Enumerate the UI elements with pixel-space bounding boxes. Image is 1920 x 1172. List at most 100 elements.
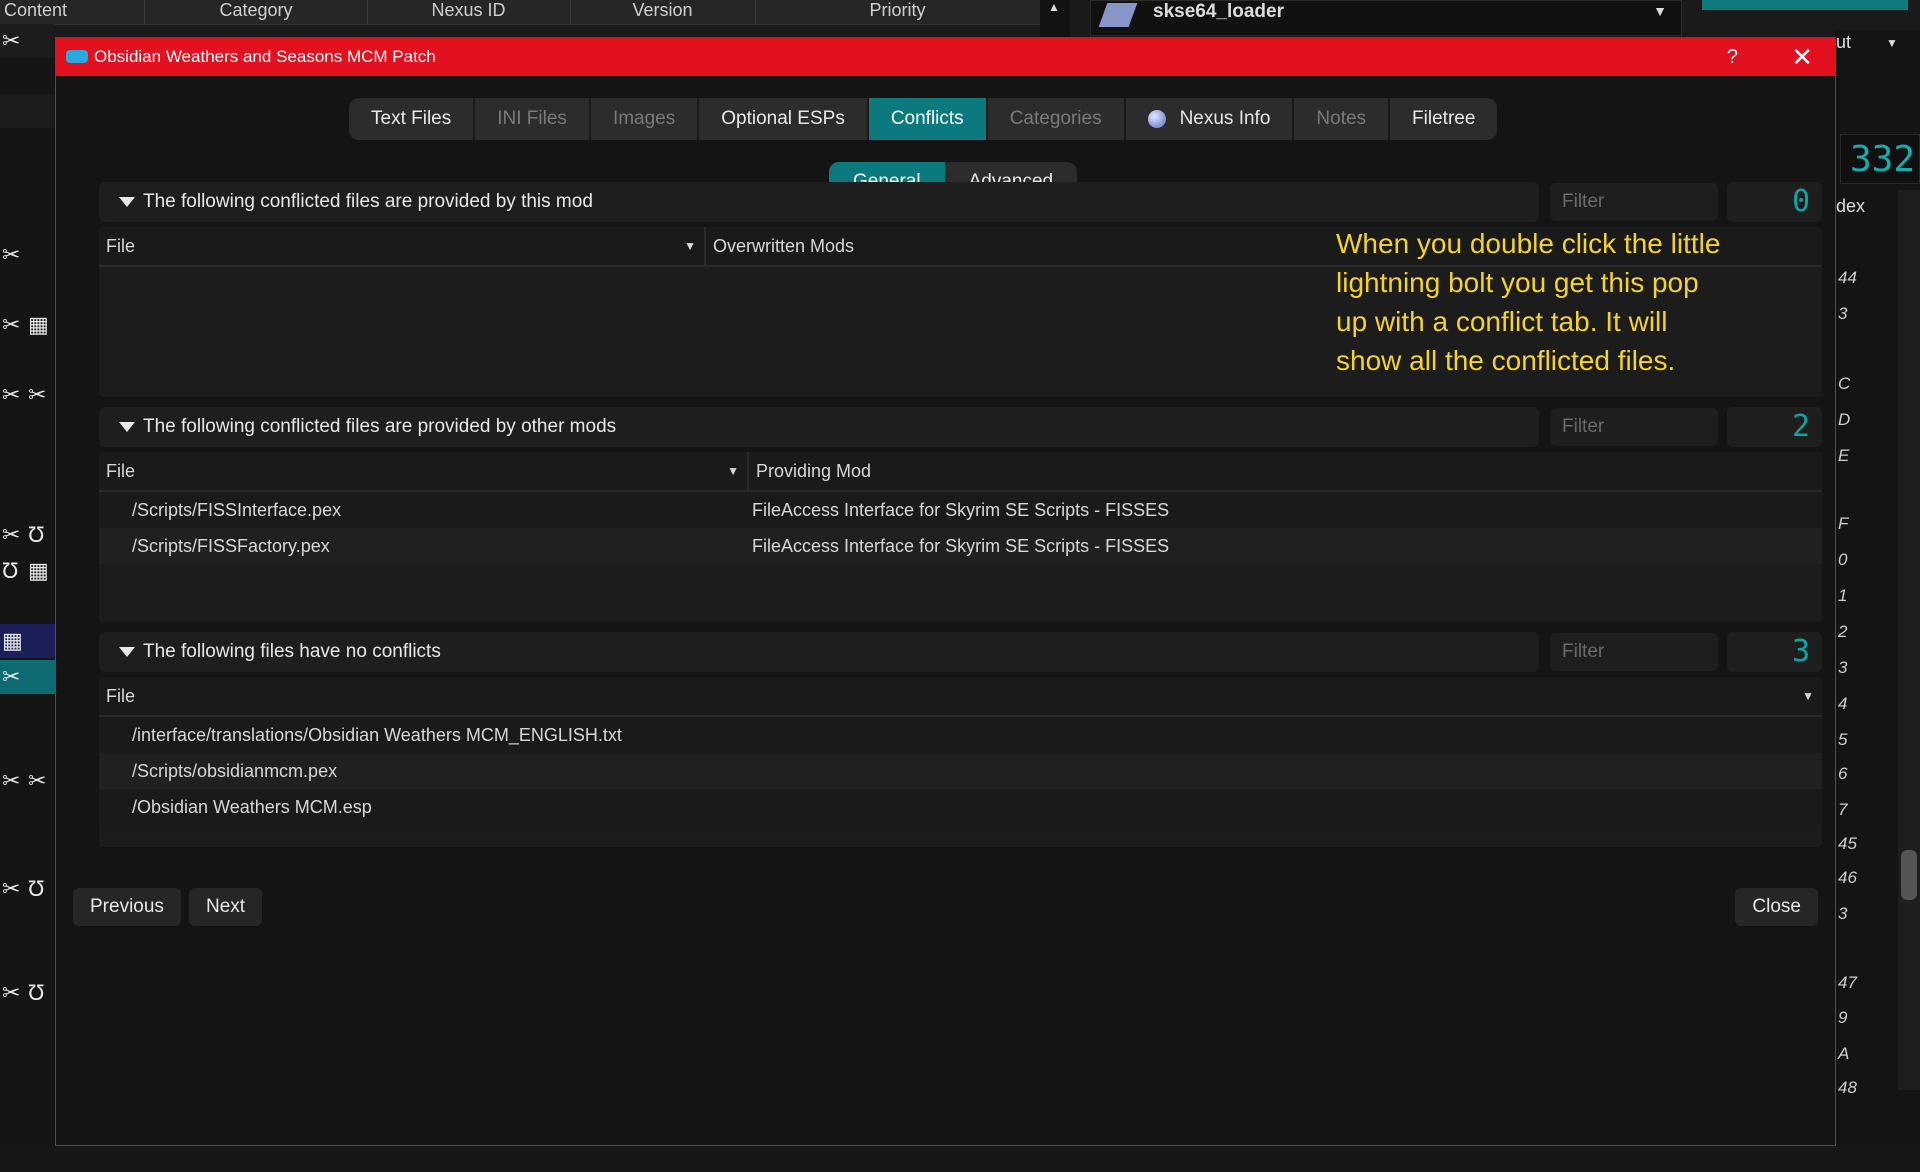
file-path-cell: /Obsidian Weathers MCM.esp — [132, 797, 372, 817]
mod-row-selected[interactable]: ▦ — [0, 624, 55, 658]
flag-tools-icon: ✂ — [2, 242, 21, 267]
mod-row[interactable]: Ʊ ▦ — [0, 554, 55, 588]
column-file[interactable]: File ▼ — [99, 452, 749, 490]
executable-name: skse64_loader — [1153, 1, 1284, 22]
sort-chevron-icon: ▼ — [1802, 689, 1814, 703]
plugin-count-display: 332 — [1840, 134, 1920, 184]
column-index[interactable]: dex — [1836, 196, 1865, 217]
plugin-index: 44 — [1838, 268, 1857, 287]
overwritten-count-display: 2 — [1727, 407, 1822, 447]
flag-tools-icon: ✂ — [2, 522, 21, 547]
tab-optional-esps[interactable]: Optional ESPs — [699, 98, 869, 140]
shortcut-dropdown-label[interactable]: ut — [1836, 32, 1851, 53]
table-row[interactable]: /Scripts/obsidianmcm.pex — [99, 753, 1822, 789]
noconflict-table: File ▼ /interface/translations/Obsidian … — [99, 677, 1822, 847]
dialog-titlebar[interactable]: Obsidian Weathers and Seasons MCM Patch … — [56, 38, 1835, 76]
chevron-down-icon[interactable]: ▼ — [1653, 3, 1667, 19]
close-button[interactable]: Close — [1735, 888, 1818, 926]
plugin-index: 3 — [1838, 658, 1848, 677]
tab-nexus-info[interactable]: Nexus Info — [1126, 98, 1295, 140]
mod-row-highlighted[interactable]: ✂ — [0, 660, 55, 694]
sort-chevron-icon: ▼ — [684, 239, 696, 253]
flag-tools-icon: ✂ — [2, 768, 21, 793]
table-header: File ▼ — [99, 677, 1822, 717]
skse-icon — [1098, 3, 1138, 27]
plugin-index: F — [1838, 514, 1849, 533]
mod-row[interactable]: ✂ ▦ — [0, 308, 55, 342]
tab-ini-files[interactable]: INI Files — [475, 98, 591, 140]
plugin-index: 5 — [1838, 730, 1848, 749]
filter-input-provided[interactable] — [1550, 183, 1718, 221]
mod-row[interactable]: ✂ ✂ — [0, 764, 55, 798]
mod-row[interactable]: ✂ — [0, 24, 55, 58]
mod-row[interactable]: ✂ Ʊ — [0, 518, 55, 552]
tab-conflicts[interactable]: Conflicts — [868, 98, 988, 140]
plugin-index: 7 — [1838, 800, 1848, 819]
file-path-cell: /Scripts/obsidianmcm.pex — [132, 761, 338, 781]
column-nexus-id[interactable]: Nexus ID — [367, 0, 571, 24]
column-priority[interactable]: Priority — [755, 0, 1041, 24]
column-file-label: File — [106, 461, 136, 481]
table-body: /interface/translations/Obsidian Weather… — [99, 717, 1822, 825]
dialog-title: Obsidian Weathers and Seasons MCM Patch — [94, 47, 436, 66]
plugin-index: 47 — [1838, 973, 1857, 992]
close-icon[interactable]: ✕ — [1791, 38, 1813, 76]
globe-icon — [1147, 110, 1166, 128]
section-overwritten-header[interactable]: The following conflicted files are provi… — [99, 407, 1539, 447]
flag-checker-icon: ▦ — [28, 558, 49, 583]
executable-selector[interactable]: skse64_loader ▼ — [1090, 0, 1682, 36]
section-noconflict-header[interactable]: The following files have no conflicts — [99, 632, 1539, 672]
mod-row[interactable]: ✂ Ʊ — [0, 872, 55, 906]
plugin-index: 3 — [1838, 904, 1848, 923]
flag-lyre-icon: Ʊ — [28, 980, 45, 1005]
plugin-index: 3 — [1838, 304, 1848, 323]
flag-tools-icon: ✂ — [2, 664, 21, 689]
plugin-index: D — [1838, 410, 1851, 429]
column-content[interactable]: Content — [0, 0, 145, 24]
tab-text-files[interactable]: Text Files — [349, 98, 476, 140]
plugin-index: 0 — [1838, 550, 1848, 569]
mod-info-dialog: Obsidian Weathers and Seasons MCM Patch … — [55, 37, 1836, 1146]
help-button[interactable]: ? — [1727, 38, 1738, 76]
section-provided-header[interactable]: The following conflicted files are provi… — [99, 182, 1539, 222]
table-row[interactable]: /Scripts/FISSFactory.pex FileAccess Inte… — [99, 528, 1822, 564]
scroll-up-icon[interactable]: ▲ — [1048, 0, 1060, 14]
table-row[interactable]: /Obsidian Weathers MCM.esp — [99, 789, 1822, 825]
column-file[interactable]: File ▼ — [99, 227, 706, 265]
scroll-thumb[interactable] — [1901, 850, 1917, 900]
mod-row[interactable] — [0, 94, 55, 128]
table-row[interactable]: /interface/translations/Obsidian Weather… — [99, 717, 1822, 753]
file-path-cell: /Scripts/FISSFactory.pex — [132, 536, 330, 556]
chevron-down-icon[interactable]: ▼ — [1886, 36, 1898, 50]
table-row[interactable]: /Scripts/FISSInterface.pex FileAccess In… — [99, 492, 1822, 528]
table-header: File ▼ Providing Mod — [99, 452, 1822, 492]
flag-lyre-icon: Ʊ — [2, 558, 19, 583]
mod-row[interactable]: ✂ Ʊ — [0, 976, 55, 1010]
mod-row[interactable]: ✂ ✂ — [0, 378, 55, 412]
file-path-cell: /Scripts/FISSInterface.pex — [132, 500, 342, 520]
column-file[interactable]: File ▼ — [99, 677, 1822, 715]
flag-lyre-icon: Ʊ — [28, 876, 45, 901]
flag-tools-icon: ✂ — [2, 980, 21, 1005]
column-category[interactable]: Category — [145, 0, 368, 24]
run-button[interactable] — [1702, 0, 1908, 10]
noconflict-count-display: 3 — [1727, 632, 1822, 672]
mod-row[interactable]: ✂ — [0, 238, 55, 272]
flag-tools-icon: ✂ — [28, 382, 47, 407]
tab-filetree[interactable]: Filetree — [1390, 98, 1497, 140]
next-button[interactable]: Next — [189, 888, 263, 926]
tab-categories[interactable]: Categories — [988, 98, 1126, 140]
plugin-index: C — [1838, 374, 1851, 393]
plugin-index: 9 — [1838, 1008, 1848, 1027]
tab-notes[interactable]: Notes — [1294, 98, 1391, 140]
column-overwritten-mods[interactable]: Overwritten Mods — [706, 227, 1306, 265]
plugin-index: 4 — [1838, 694, 1848, 713]
plugin-list-scrollbar[interactable] — [1898, 190, 1920, 1090]
column-version[interactable]: Version — [570, 0, 756, 24]
previous-button[interactable]: Previous — [73, 888, 181, 926]
column-providing-mod[interactable]: Providing Mod — [749, 452, 1349, 490]
flag-tools-icon: ✂ — [2, 312, 21, 337]
tab-images[interactable]: Images — [591, 98, 700, 140]
filter-input-noconflict[interactable] — [1550, 633, 1718, 671]
filter-input-overwritten[interactable] — [1550, 408, 1718, 446]
